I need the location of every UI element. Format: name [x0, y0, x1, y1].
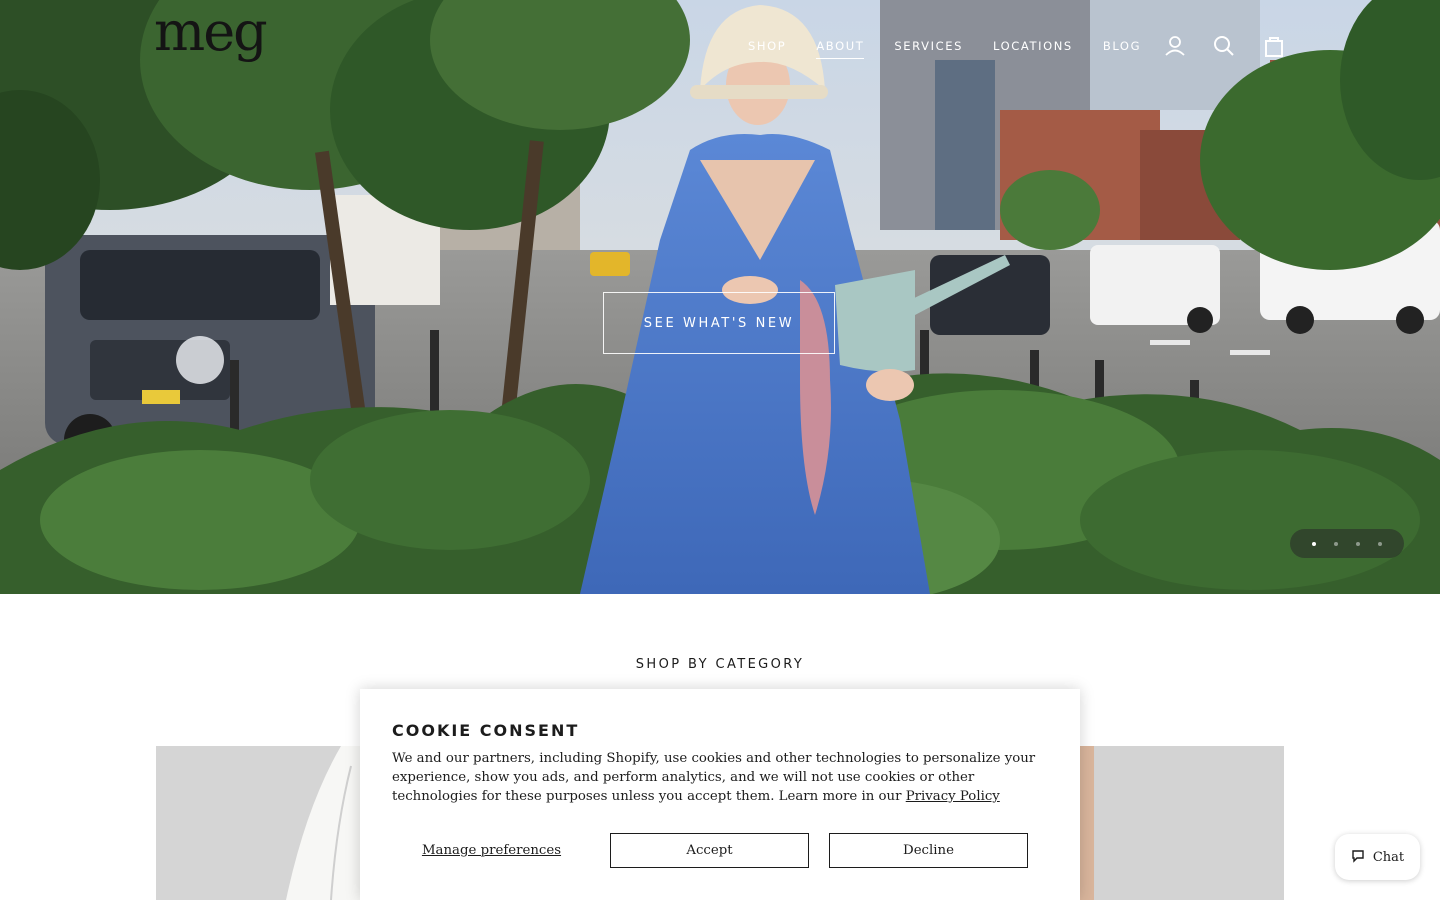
- cookie-title: COOKIE CONSENT: [392, 721, 580, 740]
- cookie-body: We and our partners, including Shopify, …: [392, 749, 1048, 806]
- category-image-left: [286, 746, 360, 900]
- nav-item-shop[interactable]: SHOP: [733, 38, 801, 58]
- nav-item-about[interactable]: ABOUT: [801, 38, 879, 59]
- slide-dot-3[interactable]: [1356, 541, 1360, 546]
- decline-button[interactable]: Decline: [829, 833, 1028, 868]
- manage-preferences-button[interactable]: Manage preferences: [392, 833, 591, 868]
- cookie-consent-dialog: COOKIE CONSENT We and our partners, incl…: [360, 689, 1080, 900]
- chat-bubble-icon: [1351, 848, 1365, 867]
- nav-item-blog[interactable]: BLOG: [1088, 38, 1156, 58]
- nav-item-services[interactable]: SERVICES: [879, 38, 978, 58]
- logo-text: meg: [154, 4, 266, 63]
- category-section-title: SHOP BY CATEGORY: [635, 657, 805, 672]
- slider-pagination: [1290, 529, 1404, 558]
- slide-dot-4[interactable]: [1378, 541, 1382, 546]
- search-icon[interactable]: [1212, 34, 1236, 58]
- privacy-policy-link[interactable]: Privacy Policy: [906, 789, 1000, 804]
- main-nav: SHOP ABOUT SERVICES LOCATIONS BLOG: [733, 38, 1156, 59]
- cart-icon[interactable]: [1262, 34, 1286, 58]
- category-card-left[interactable]: [156, 746, 360, 900]
- account-icon[interactable]: [1163, 34, 1187, 58]
- brand-logo[interactable]: meg: [152, 0, 282, 76]
- see-whats-new-button[interactable]: SEE WHAT'S NEW: [603, 292, 835, 354]
- slide-dot-1[interactable]: [1312, 541, 1316, 546]
- slide-dot-2[interactable]: [1334, 541, 1338, 546]
- chat-label: Chat: [1372, 849, 1405, 865]
- accept-button[interactable]: Accept: [610, 833, 809, 868]
- category-image-right: [1080, 746, 1094, 900]
- category-card-right[interactable]: [1080, 746, 1284, 900]
- nav-item-locations[interactable]: LOCATIONS: [978, 38, 1088, 58]
- chat-button[interactable]: Chat: [1335, 834, 1420, 880]
- cookie-actions: Manage preferences Accept Decline: [392, 833, 1048, 868]
- hero-banner: meg SHOP ABOUT SERVICES LOCATIONS BLOG S…: [0, 0, 1440, 594]
